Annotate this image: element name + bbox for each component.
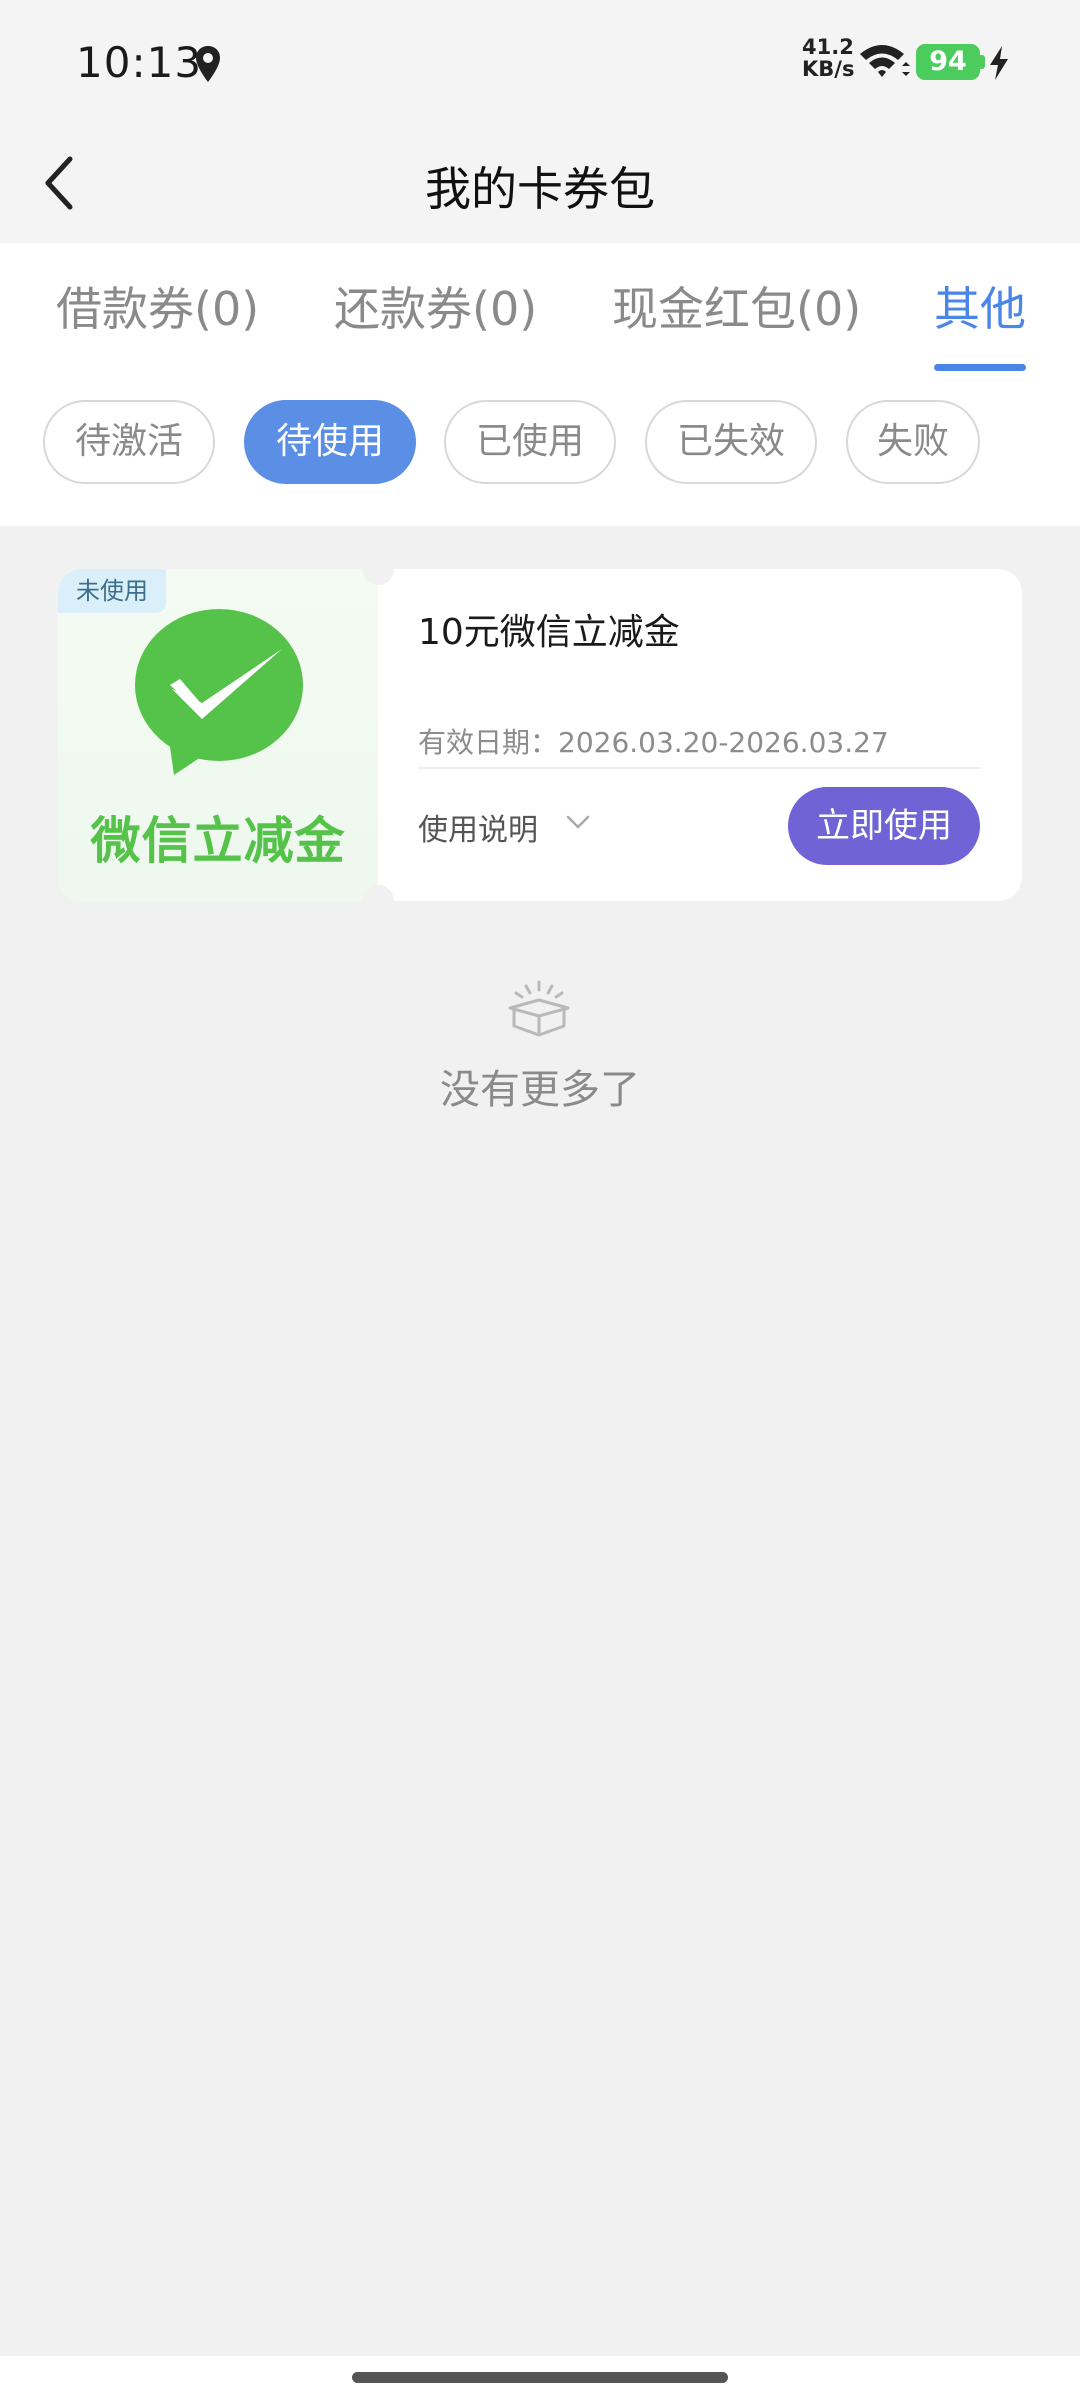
empty-box-icon: [508, 980, 570, 1037]
system-nav-bar: [0, 2356, 1080, 2400]
wifi-icon: [860, 45, 910, 77]
battery-tip: [980, 55, 985, 69]
network-speed-value: 41.2: [802, 35, 854, 59]
tabs-area: 借款券(0) 还款券(0) 现金红包(0) 其他 待激活 待使用 已使用 已失效…: [0, 243, 1080, 526]
use-now-button[interactable]: 立即使用: [788, 787, 980, 865]
tab-repayment-coupons[interactable]: 还款券(0): [334, 273, 537, 339]
coupon-logo-text: 微信立减金: [90, 812, 346, 870]
no-more-text: 没有更多了: [440, 1067, 640, 1113]
usage-instructions-toggle[interactable]: 使用说明: [418, 805, 538, 849]
header-bar: 我的卡券包: [0, 125, 1080, 243]
filter-used[interactable]: 已使用: [444, 400, 616, 484]
tab-other[interactable]: 其他: [934, 273, 1026, 339]
filter-to-use[interactable]: 待使用: [244, 400, 416, 484]
coupon-image: 微信立减金 未使用: [58, 569, 378, 901]
network-speed-unit: KB/s: [802, 57, 855, 81]
tab-cash-red-packets[interactable]: 现金红包(0): [612, 273, 861, 339]
home-gesture-handle[interactable]: [352, 2372, 728, 2383]
charging-icon: [990, 46, 1008, 80]
wechat-pay-icon: [135, 609, 303, 775]
coupon-title: 10元微信立减金: [418, 612, 680, 653]
tab-loan-coupons[interactable]: 借款券(0): [56, 273, 259, 339]
location-icon: [196, 46, 220, 82]
filter-expired[interactable]: 已失效: [645, 400, 817, 484]
chevron-down-icon[interactable]: [566, 814, 590, 830]
active-tab-indicator: [934, 364, 1026, 371]
battery-level: 94: [916, 44, 980, 80]
page-title: 我的卡券包: [425, 162, 655, 216]
status-bar: 10:13 41.2 KB/s 94: [0, 0, 1080, 125]
filter-pending-activation[interactable]: 待激活: [43, 400, 215, 484]
coupon-card[interactable]: 微信立减金 未使用 10元微信立减金 有效日期：2026.03.20-2026.…: [58, 569, 1022, 901]
filter-failed[interactable]: 失败: [846, 400, 980, 484]
coupon-divider: [418, 767, 980, 769]
status-time: 10:13: [76, 38, 203, 87]
network-speed: 41.2 KB/s: [802, 35, 855, 81]
coupon-validity: 有效日期：2026.03.20-2026.03.27: [418, 726, 889, 759]
unused-badge: 未使用: [58, 569, 166, 613]
